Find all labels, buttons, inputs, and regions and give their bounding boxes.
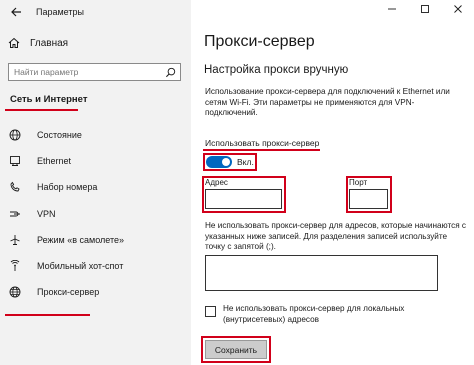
close-button[interactable] — [441, 0, 474, 18]
main-panel: Прокси-сервер Настройка прокси вручную И… — [191, 0, 474, 365]
address-input[interactable] — [205, 189, 282, 209]
local-addresses-checkbox[interactable] — [205, 306, 216, 317]
description-text: Использование прокси-сервера для подключ… — [205, 87, 450, 117]
app-title: Параметры — [36, 7, 84, 17]
sidebar-item-status[interactable]: Состояние — [0, 122, 191, 148]
maximize-icon — [420, 5, 429, 13]
maximize-button[interactable] — [408, 0, 441, 18]
sidebar: Параметры Главная Сеть и Интернет Состоя… — [0, 0, 191, 365]
search-icon[interactable] — [165, 67, 176, 78]
home-icon — [8, 37, 20, 48]
close-icon — [453, 5, 462, 13]
sidebar-nav: Состояние Ethernet Набор номера VPN Режи… — [0, 122, 191, 305]
page-title: Прокси-сервер — [204, 33, 315, 50]
airplane-icon — [9, 234, 21, 246]
hotspot-icon — [9, 260, 21, 272]
exceptions-input[interactable] — [205, 255, 438, 291]
red-annotation-underline — [5, 109, 78, 111]
sidebar-item-label: Мобильный хот-спот — [37, 261, 124, 272]
home-label: Главная — [30, 37, 69, 49]
minimize-icon — [387, 8, 396, 10]
save-button[interactable]: Сохранить — [205, 340, 267, 359]
globe-status-icon — [9, 129, 21, 141]
sidebar-item-home[interactable]: Главная — [8, 37, 68, 49]
use-proxy-toggle[interactable] — [206, 156, 232, 168]
sidebar-item-proxy[interactable]: Прокси-сервер — [0, 279, 191, 305]
window-controls — [375, 0, 474, 18]
section-title: Сеть и Интернет — [10, 94, 88, 105]
minimize-button[interactable] — [375, 0, 408, 18]
search-input[interactable] — [14, 67, 164, 77]
sidebar-item-label: Состояние — [37, 130, 82, 141]
vpn-icon — [9, 208, 21, 220]
sidebar-item-airplane[interactable]: Режим «в самолете» — [0, 227, 191, 253]
sidebar-item-hotspot[interactable]: Мобильный хот-спот — [0, 253, 191, 279]
sidebar-item-label: VPN — [37, 208, 56, 219]
ethernet-icon — [9, 155, 21, 167]
sidebar-item-label: Режим «в самолете» — [37, 234, 125, 245]
section-heading: Настройка прокси вручную — [204, 64, 349, 76]
use-proxy-label: Использовать прокси-сервер — [205, 138, 320, 148]
sidebar-item-label: Набор номера — [37, 182, 98, 193]
sidebar-item-label: Прокси-сервер — [37, 287, 100, 298]
exceptions-description: Не использовать прокси-сервер для адресо… — [205, 221, 467, 251]
sidebar-item-label: Ethernet — [37, 156, 72, 167]
address-label: Адрес — [205, 178, 228, 187]
red-annotation-underline — [203, 149, 320, 151]
sidebar-item-dialup[interactable]: Набор номера — [0, 174, 191, 200]
sidebar-item-ethernet[interactable]: Ethernet — [0, 148, 191, 174]
toggle-knob — [222, 158, 230, 166]
toggle-state-label: Вкл. — [237, 157, 254, 167]
red-annotation-underline — [5, 314, 90, 316]
search-box[interactable] — [8, 63, 181, 81]
port-label: Порт — [349, 178, 368, 187]
sidebar-item-vpn[interactable]: VPN — [0, 201, 191, 227]
globe-icon — [9, 286, 21, 298]
port-input[interactable] — [349, 189, 388, 209]
local-addresses-label: Не использовать прокси-сервер для локаль… — [223, 304, 405, 324]
title-bar: Параметры — [10, 5, 84, 19]
back-arrow-icon[interactable] — [10, 6, 22, 18]
dialup-icon — [9, 181, 21, 193]
